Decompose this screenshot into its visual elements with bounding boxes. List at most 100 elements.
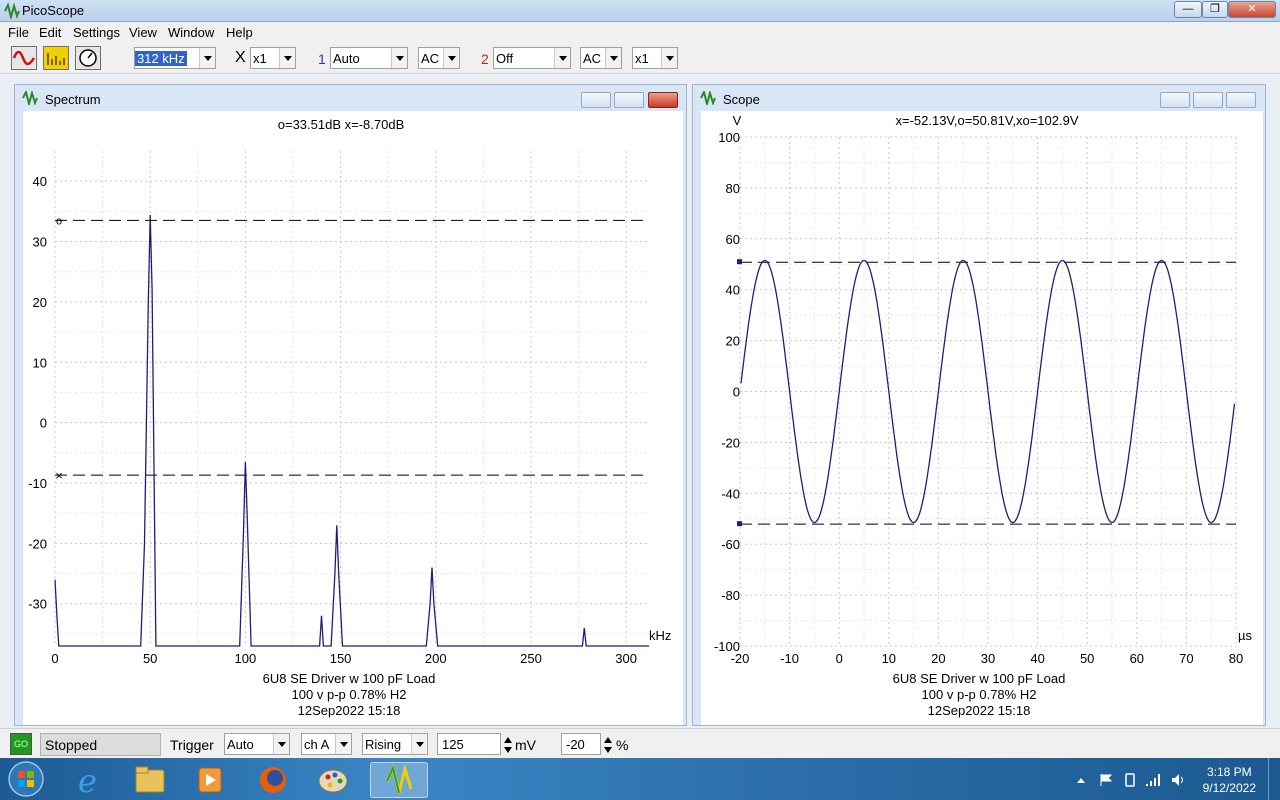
scope-x-unit: µs — [1238, 628, 1252, 643]
trigger-channel-value: ch A — [304, 737, 330, 752]
chevron-down-icon — [443, 48, 459, 68]
scope-y-tick: -100 — [714, 639, 740, 654]
taskbar-file-explorer[interactable] — [124, 762, 174, 798]
channel-2-multiplier-select[interactable]: x1 — [632, 47, 678, 69]
scope-view-button[interactable] — [11, 46, 37, 70]
trigger-level-unit: mV — [515, 737, 536, 753]
scope-chart[interactable]: x=-52.13V,o=50.81V,xo=102.9V V -20 -10 0 10 20… — [701, 111, 1263, 725]
trigger-mode-select[interactable]: Auto — [224, 733, 290, 755]
channel-1-range-select[interactable]: Auto — [330, 47, 408, 69]
go-button[interactable]: GO — [10, 733, 32, 755]
spectrum-minimize-button[interactable] — [581, 92, 611, 108]
channel-2-range-select[interactable]: Off — [493, 47, 571, 69]
menu-bar: File Edit Settings View Window Help — [0, 22, 1280, 42]
meter-view-button[interactable] — [75, 46, 101, 70]
channel-1-coupling-select[interactable]: AC — [418, 47, 460, 69]
network-signal-icon[interactable] — [1146, 773, 1162, 787]
scope-x-tick: 10 — [882, 651, 896, 666]
chevron-down-icon — [411, 734, 427, 754]
spectrum-x-tick: 50 — [143, 651, 157, 666]
scope-cursor-o-marker — [737, 259, 742, 265]
show-desktop-button[interactable] — [1268, 758, 1280, 800]
spectrum-x-unit: kHz — [649, 628, 671, 643]
svg-text:e: e — [78, 762, 97, 798]
spectrum-y-tick: -20 — [28, 536, 47, 551]
scope-x-tick: 60 — [1130, 651, 1144, 666]
channel-2-coupling-select[interactable]: AC — [580, 47, 622, 69]
spectrum-chart[interactable]: o=33.51dB x=-8.70dB0 50 100 150 200 250 300403… — [23, 111, 683, 725]
spectrum-caption-line: 100 v p-p 0.78% H2 — [292, 687, 407, 702]
chevron-down-icon — [554, 48, 570, 68]
menu-file[interactable]: File — [8, 25, 29, 40]
show-hidden-icons-icon[interactable] — [1076, 776, 1086, 784]
trigger-level-input[interactable]: 125 — [437, 733, 512, 755]
spectrum-plot-panel[interactable]: o=33.51dB x=-8.70dB 0 50 100 150 200 250 300 40 3… — [23, 111, 683, 725]
scope-trace-icon — [12, 50, 36, 66]
windows-start-icon — [8, 761, 44, 797]
spin-arrows-icon[interactable] — [502, 734, 514, 756]
taskbar-media-player[interactable] — [184, 762, 234, 798]
minimize-button[interactable]: — — [1174, 1, 1202, 18]
spectrum-view-button[interactable] — [43, 46, 69, 70]
spectrum-window-titlebar: Spectrum — [15, 85, 686, 111]
scope-x-tick: 70 — [1179, 651, 1193, 666]
taskbar-paint[interactable] — [308, 762, 358, 798]
spectrum-window-title: Spectrum — [45, 92, 101, 107]
pre-trigger-input[interactable]: -20 — [561, 733, 612, 755]
scope-y-tick: -60 — [721, 537, 740, 552]
scope-maximize-button[interactable] — [1193, 92, 1223, 108]
action-center-flag-icon[interactable] — [1099, 773, 1113, 787]
menu-settings[interactable]: Settings — [73, 25, 120, 40]
run-state-panel: Stopped — [40, 733, 161, 756]
close-button[interactable]: ✕ — [1228, 1, 1276, 18]
chevron-down-icon — [273, 734, 289, 754]
spin-arrows-icon[interactable] — [602, 734, 614, 756]
x-multiplier-select[interactable]: x1 — [250, 47, 296, 69]
taskbar-firefox[interactable] — [248, 762, 298, 798]
spectrum-x-tick: 200 — [425, 651, 447, 666]
run-state-text: Stopped — [45, 737, 98, 753]
restore-button[interactable]: ❐ — [1202, 1, 1228, 18]
spectrum-maximize-button[interactable] — [614, 92, 644, 108]
scope-window-icon — [700, 91, 716, 105]
trigger-edge-select[interactable]: Rising — [362, 733, 428, 755]
timebase-select[interactable]: 312 kHz — [134, 47, 216, 69]
scope-plot-panel[interactable]: x=-52.13V,o=50.81V,xo=102.9V V -20 -10 0 10 20… — [701, 111, 1263, 725]
spectrum-x-tick: 300 — [615, 651, 637, 666]
taskbar-picoscope[interactable] — [370, 762, 428, 798]
clock-date: 9/12/2022 — [1202, 781, 1256, 795]
menu-window[interactable]: Window — [168, 25, 214, 40]
spectrum-y-tick: 10 — [33, 355, 47, 370]
trigger-channel-select[interactable]: ch A — [301, 733, 352, 755]
scope-x-tick: 20 — [931, 651, 945, 666]
title-bar: PicoScope — ❐ ✕ — [0, 0, 1280, 22]
chevron-down-icon — [199, 48, 215, 68]
device-icon[interactable] — [1123, 773, 1137, 787]
x-multiplier-value: x1 — [253, 51, 267, 66]
chevron-down-icon — [661, 48, 677, 68]
volume-icon[interactable] — [1171, 773, 1187, 787]
channel-1-coupling-value: AC — [421, 51, 440, 66]
clock-time: 3:18 PM — [1206, 765, 1252, 779]
scope-y-tick: 60 — [726, 232, 740, 247]
start-button[interactable] — [6, 760, 46, 798]
menu-edit[interactable]: Edit — [39, 25, 61, 40]
internet-explorer-icon: e — [78, 762, 97, 800]
scope-y-tick: -20 — [721, 435, 740, 450]
pre-trigger-value: -20 — [566, 737, 585, 752]
menu-view[interactable]: View — [129, 25, 157, 40]
scope-minimize-button[interactable] — [1160, 92, 1190, 108]
scope-y-tick: 20 — [726, 334, 740, 349]
system-clock[interactable]: 3:18 PM 9/12/2022 — [1203, 764, 1256, 796]
scope-x-tick: 50 — [1080, 651, 1094, 666]
scope-window: Scope x=-52.13V,o=50.81V,xo=102.9V V -20 -1… — [692, 84, 1266, 726]
channel-2-multiplier-value: x1 — [635, 51, 649, 66]
menu-help[interactable]: Help — [226, 25, 253, 40]
scope-close-button[interactable] — [1226, 92, 1256, 108]
spectrum-close-button[interactable] — [648, 92, 678, 108]
scope-y-tick: -80 — [721, 588, 740, 603]
scope-cursor-readout: x=-52.13V,o=50.81V,xo=102.9V — [895, 113, 1078, 128]
scope-y-unit: V — [733, 113, 742, 128]
scope-y-tick: -40 — [721, 486, 740, 501]
taskbar-internet-explorer[interactable]: e — [64, 762, 114, 800]
